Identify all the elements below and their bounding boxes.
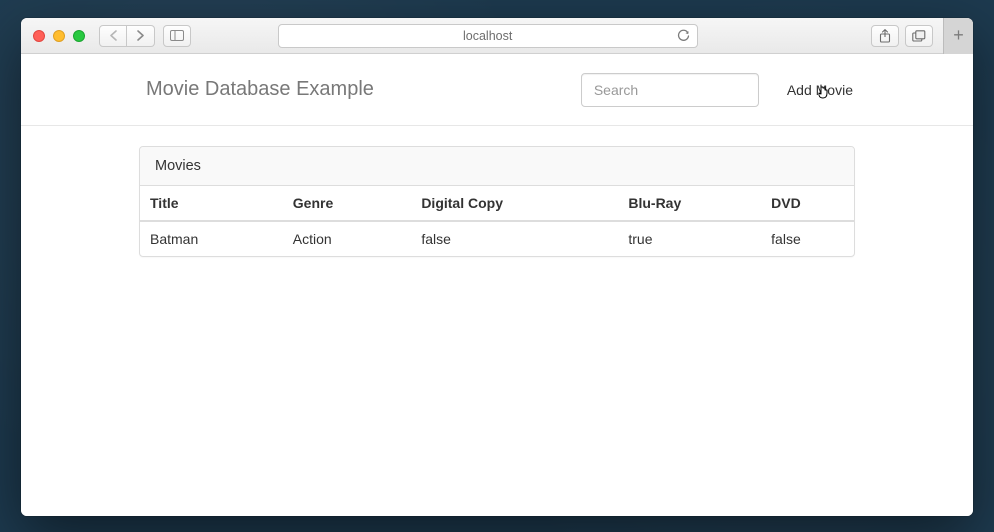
sidebar-toggle-button[interactable] [163, 25, 191, 47]
window-controls [33, 30, 85, 42]
cell-dvd: false [761, 221, 854, 256]
add-movie-label: Add Movie [787, 82, 853, 98]
search-input[interactable] [581, 73, 759, 107]
table-row[interactable]: Batman Action false true false [140, 221, 854, 256]
app-header: Movie Database Example Add Movie [21, 54, 973, 126]
maximize-window-button[interactable] [73, 30, 85, 42]
new-tab-button[interactable]: + [943, 18, 973, 54]
toolbar-right: + [871, 18, 965, 54]
movies-panel: Movies Title Genre Digital Copy Blu-Ray … [139, 146, 855, 257]
close-window-button[interactable] [33, 30, 45, 42]
minimize-window-button[interactable] [53, 30, 65, 42]
header-right: Add Movie [581, 73, 853, 107]
page-content: Movie Database Example Add Movie Movies … [21, 54, 973, 516]
column-dvd: DVD [761, 186, 854, 221]
address-bar[interactable]: localhost [278, 24, 698, 48]
browser-window: localhost + Movie Database Example Add M… [21, 18, 973, 516]
cell-digital-copy: false [411, 221, 618, 256]
column-genre: Genre [283, 186, 412, 221]
browser-titlebar: localhost + [21, 18, 973, 54]
cell-title: Batman [140, 221, 283, 256]
address-text: localhost [463, 29, 512, 43]
column-digital-copy: Digital Copy [411, 186, 618, 221]
tabs-button[interactable] [905, 25, 933, 47]
column-blu-ray: Blu-Ray [618, 186, 761, 221]
back-button[interactable] [99, 25, 127, 47]
nav-buttons [99, 25, 155, 47]
reload-icon[interactable] [677, 29, 690, 43]
movies-table: Title Genre Digital Copy Blu-Ray DVD Bat… [140, 186, 854, 256]
panel-heading: Movies [140, 147, 854, 186]
cell-blu-ray: true [618, 221, 761, 256]
add-movie-link[interactable]: Add Movie [787, 82, 853, 98]
cell-genre: Action [283, 221, 412, 256]
table-header-row: Title Genre Digital Copy Blu-Ray DVD [140, 186, 854, 221]
share-button[interactable] [871, 25, 899, 47]
app-brand: Movie Database Example [146, 78, 374, 101]
forward-button[interactable] [127, 25, 155, 47]
column-title: Title [140, 186, 283, 221]
